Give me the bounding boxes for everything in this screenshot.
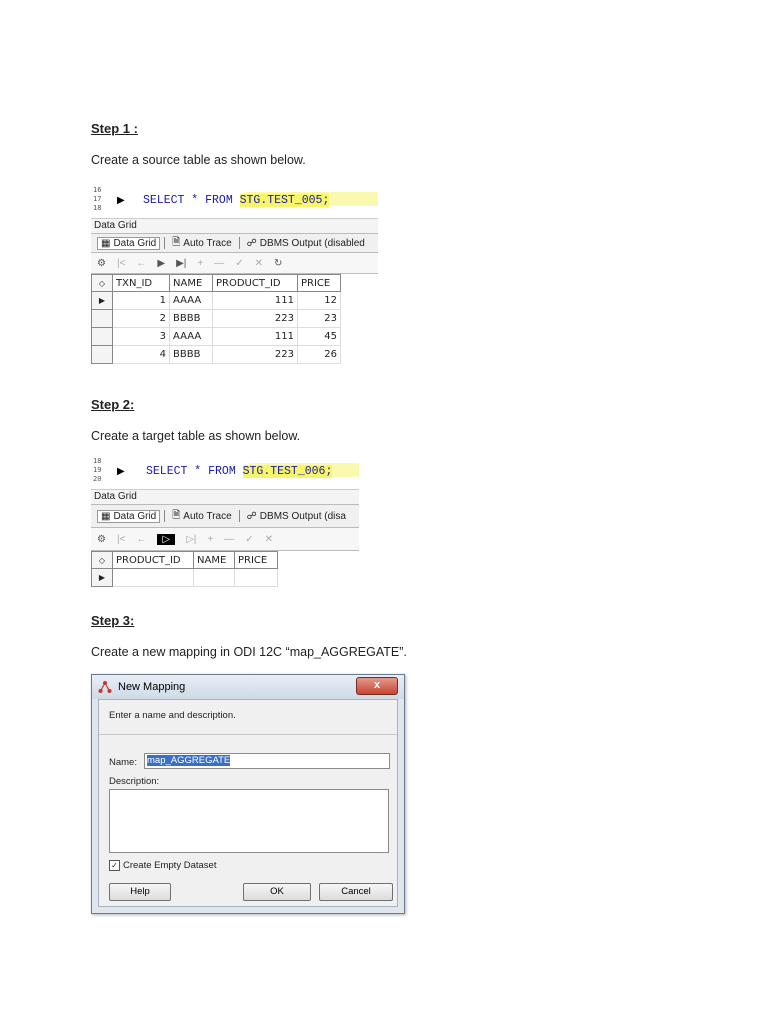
table-row[interactable]: ▶ 1 AAAA 111 12: [91, 291, 341, 310]
name-label: Name:: [109, 757, 137, 768]
description-label: Description:: [109, 776, 160, 787]
dialog-body: Enter a name and description. Name: map_…: [98, 699, 398, 907]
sql-statement: SELECT * FROM STG.TEST_005;: [143, 194, 330, 207]
table-row[interactable]: 3 AAAA 111 45: [91, 327, 341, 346]
grid-settings-icon[interactable]: ⚙: [97, 534, 106, 545]
document-icon: 🗎: [172, 509, 181, 521]
line-numbers: 18 19 20: [93, 457, 102, 483]
output-icon: ☍: [246, 510, 257, 522]
delete-record-icon[interactable]: —: [214, 258, 224, 269]
sql-table-name: STG.TEST_005;: [239, 194, 330, 207]
column-header[interactable]: PRICE: [297, 274, 341, 292]
grid-toolbar: ⚙ |< ← ▷ ▷| + — ✓ ✕: [91, 528, 359, 551]
current-row-icon: ▶: [91, 291, 113, 310]
document-icon: 🗎: [172, 236, 181, 248]
dialog-title-bar[interactable]: New Mapping x: [92, 675, 404, 699]
refresh-icon[interactable]: ↻: [274, 258, 282, 269]
new-mapping-dialog: New Mapping x Enter a name and descripti…: [91, 674, 405, 914]
column-header[interactable]: PRICE: [234, 551, 278, 569]
cancel-edit-icon[interactable]: ✕: [265, 534, 273, 545]
output-icon: ☍: [246, 237, 257, 249]
sql-editor: 16 17 18 ▶ SELECT * FROM STG.TEST_005;: [91, 186, 378, 219]
next-record-icon[interactable]: ▷: [157, 533, 176, 545]
result-tabs: ▦ Data Grid 🗎 Auto Trace ☍ DBMS Output (dis…: [91, 234, 378, 253]
sql-editor: 18 19 20 ▶ SELECT * FROM STG.TEST_006;: [91, 457, 359, 490]
grid-corner-icon: ◇: [91, 551, 113, 569]
description-textarea[interactable]: [109, 789, 389, 853]
insert-record-icon[interactable]: +: [207, 534, 213, 545]
post-edit-icon[interactable]: ✓: [235, 258, 243, 269]
source-data-grid: ◇ TXN_ID NAME PRODUCT_ID PRICE ▶ 1 AAAA …: [91, 274, 341, 364]
grid-settings-icon[interactable]: ⚙: [97, 258, 106, 269]
post-edit-icon[interactable]: ✓: [245, 534, 253, 545]
grid-corner-icon: ◇: [91, 274, 113, 292]
current-row-icon: ▶: [91, 568, 113, 587]
table-row[interactable]: 2 BBBB 223 23: [91, 309, 341, 328]
step2-heading: Step 2:: [91, 397, 135, 412]
target-table-screenshot: 18 19 20 ▶ SELECT * FROM STG.TEST_006; D…: [91, 457, 359, 587]
table-row[interactable]: ▶: [91, 568, 278, 587]
next-record-icon[interactable]: ▶: [157, 258, 165, 269]
tab-dbms-output[interactable]: ☍ DBMS Output (disabled: [244, 238, 368, 249]
grid-icon: ▦: [101, 237, 111, 249]
last-record-icon[interactable]: ▷|: [186, 534, 196, 545]
sql-statement: SELECT * FROM STG.TEST_006;: [146, 465, 333, 478]
table-row[interactable]: 4 BBBB 223 26: [91, 345, 341, 364]
first-record-icon[interactable]: |<: [117, 258, 125, 269]
tab-auto-trace[interactable]: 🗎 Auto Trace: [169, 508, 234, 525]
tab-data-grid[interactable]: ▦ Data Grid: [97, 509, 161, 523]
column-header[interactable]: PRODUCT_ID: [112, 551, 194, 569]
result-tabs: ▦ Data Grid 🗎 Auto Trace ☍ DBMS Output (dis…: [91, 505, 359, 528]
cancel-edit-icon[interactable]: ✕: [255, 258, 263, 269]
step2-text: Create a target table as shown below.: [91, 429, 301, 443]
sql-table-name: STG.TEST_006;: [242, 465, 333, 478]
step1-heading: Step 1 :: [91, 121, 138, 136]
delete-record-icon[interactable]: —: [224, 534, 234, 545]
checkmark-icon[interactable]: ✓: [109, 860, 120, 871]
grid-toolbar: ⚙ |< ← ▶ ▶| + — ✓ ✕ ↻: [91, 253, 378, 274]
close-button[interactable]: x: [356, 677, 398, 695]
cancel-button[interactable]: Cancel: [319, 883, 393, 901]
mapping-icon: [98, 681, 112, 693]
insert-record-icon[interactable]: +: [197, 258, 203, 269]
execute-arrow-icon[interactable]: ▶: [117, 195, 125, 206]
prev-record-icon[interactable]: ←: [136, 534, 146, 545]
tab-dbms-output[interactable]: ☍ DBMS Output (disa: [244, 511, 349, 522]
target-data-grid: ◇ PRODUCT_ID NAME PRICE ▶: [91, 551, 278, 587]
dialog-title: New Mapping: [118, 681, 186, 693]
grid-icon: ▦: [101, 510, 111, 522]
prev-record-icon[interactable]: ←: [136, 258, 146, 269]
tab-auto-trace[interactable]: 🗎 Auto Trace: [169, 235, 234, 252]
column-header[interactable]: NAME: [169, 274, 213, 292]
create-empty-dataset-checkbox[interactable]: ✓ Create Empty Dataset: [109, 860, 216, 871]
column-header[interactable]: PRODUCT_ID: [212, 274, 298, 292]
last-record-icon[interactable]: ▶|: [176, 258, 186, 269]
help-button[interactable]: Help: [109, 883, 171, 901]
column-header[interactable]: NAME: [193, 551, 235, 569]
first-record-icon[interactable]: |<: [117, 534, 125, 545]
tab-data-grid[interactable]: ▦ Data Grid: [97, 236, 161, 250]
step3-text: Create a new mapping in ODI 12C “map_AGG…: [91, 645, 407, 659]
name-input[interactable]: map_AGGREGATE: [144, 753, 390, 769]
line-numbers: 16 17 18: [93, 186, 102, 212]
execute-arrow-icon[interactable]: ▶: [117, 466, 125, 477]
ok-button[interactable]: OK: [243, 883, 311, 901]
data-grid-panel-title: Data Grid: [91, 219, 378, 234]
data-grid-panel-title: Data Grid: [91, 490, 359, 505]
step1-text: Create a source table as shown below.: [91, 153, 306, 167]
source-table-screenshot: 16 17 18 ▶ SELECT * FROM STG.TEST_005; D…: [91, 186, 378, 364]
dialog-description: Enter a name and description.: [109, 710, 236, 721]
column-header[interactable]: TXN_ID: [112, 274, 170, 292]
step3-heading: Step 3:: [91, 613, 135, 628]
